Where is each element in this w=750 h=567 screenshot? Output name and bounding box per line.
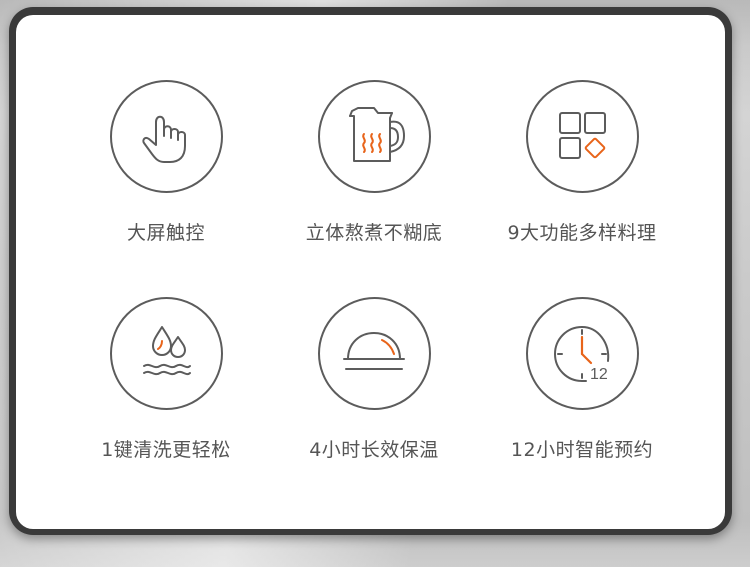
clock-icon: 12	[553, 325, 610, 383]
feature-clean: 1键清洗更轻松	[56, 297, 276, 497]
feature-keepwarm-label: 4小时长效保温	[309, 439, 439, 461]
feature-keepwarm: 4小时长效保温	[264, 297, 484, 497]
water-drops-icon	[143, 326, 191, 376]
feature-schedule-label: 12小时智能预约	[510, 439, 654, 461]
kettle-icon	[349, 107, 405, 162]
feature-kettle: 立体熬煮不糊底	[264, 80, 484, 280]
feature-kettle-label: 立体熬煮不糊底	[305, 222, 443, 244]
feature-clean-label: 1键清洗更轻松	[101, 439, 231, 461]
feature-functions-circle	[526, 80, 639, 193]
feature-touch-circle	[110, 80, 223, 193]
touch-hand-icon	[142, 115, 186, 163]
clock-number: 12	[590, 366, 608, 383]
feature-functions: 9大功能多样料理	[472, 80, 692, 280]
feature-schedule: 12 12小时智能预约	[472, 297, 692, 497]
feature-functions-label: 9大功能多样料理	[507, 222, 657, 244]
feature-schedule-circle: 12	[526, 297, 639, 410]
feature-keepwarm-circle	[318, 297, 431, 410]
feature-touch-label: 大屏触控	[126, 222, 205, 244]
function-grid-icon	[559, 112, 606, 159]
food-dome-icon	[343, 332, 405, 370]
feature-touch: 大屏触控	[56, 80, 276, 280]
feature-kettle-circle	[318, 80, 431, 193]
feature-clean-circle	[110, 297, 223, 410]
